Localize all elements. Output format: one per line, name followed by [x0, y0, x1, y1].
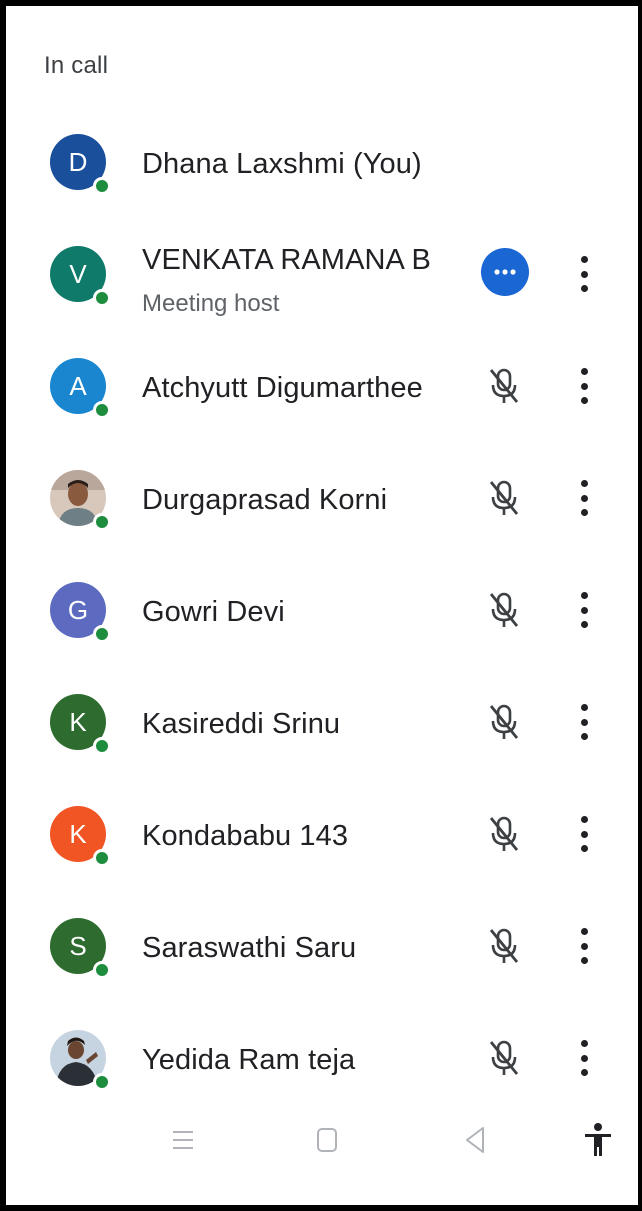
online-dot-icon — [93, 401, 111, 419]
more-vertical-icon[interactable] — [572, 702, 596, 742]
participant-role: Meeting host — [142, 290, 280, 317]
avatar-initial: V — [69, 258, 87, 289]
participant-row[interactable]: Durgaprasad Korni — [6, 448, 638, 560]
avatar: V — [50, 246, 111, 307]
mic-off-icon — [489, 928, 519, 963]
online-dot-icon — [93, 737, 111, 755]
participant-row[interactable]: K Kondababu 143 — [6, 784, 638, 896]
system-nav-bar — [6, 1106, 638, 1186]
avatar-initial: G — [67, 594, 89, 625]
mic-off-icon — [489, 816, 519, 851]
avatar: D — [50, 134, 111, 195]
participant-name: Kasireddi Srinu — [142, 708, 341, 740]
avatar-initial: K — [69, 818, 87, 849]
online-dot-icon — [93, 513, 111, 531]
more-vertical-icon[interactable] — [572, 814, 596, 854]
avatar: S — [50, 918, 111, 979]
mic-off-icon — [489, 704, 519, 739]
mic-off-icon — [489, 480, 519, 515]
more-options-button[interactable] — [481, 248, 529, 296]
participant-name: Kondababu 143 — [142, 820, 349, 852]
avatar-initial: K — [69, 706, 87, 737]
participant-list: D Dhana Laxshmi (You) V VENKATA RAMANA B… — [6, 112, 638, 1120]
participant-name: Durgaprasad Korni — [142, 484, 388, 516]
online-dot-icon — [93, 177, 111, 195]
more-vertical-icon[interactable] — [572, 366, 596, 406]
more-vertical-icon[interactable] — [572, 590, 596, 630]
participant-name: Dhana Laxshmi (You) — [142, 148, 422, 180]
participant-row[interactable]: K Kasireddi Srinu — [6, 672, 638, 784]
app-frame: In call D Dhana Laxshmi (You) V VENKATA … — [0, 0, 642, 1211]
avatar-initial: D — [68, 146, 88, 177]
participant-row[interactable]: S Saraswathi Saru — [6, 896, 638, 1008]
more-vertical-icon[interactable] — [572, 1038, 596, 1078]
participant-name: Saraswathi Saru — [142, 932, 357, 964]
mic-off-icon — [489, 1040, 519, 1075]
more-vertical-icon[interactable] — [572, 478, 596, 518]
participant-name: Gowri Devi — [142, 596, 285, 628]
avatar — [50, 1030, 111, 1091]
more-horizontal-icon — [494, 269, 516, 275]
avatar-initial: A — [69, 370, 87, 401]
avatar: G — [50, 582, 111, 643]
participant-row[interactable]: D Dhana Laxshmi (You) — [6, 112, 638, 224]
accessibility-icon[interactable] — [578, 1120, 618, 1160]
avatar-initial: S — [69, 930, 87, 961]
home-icon[interactable] — [307, 1120, 347, 1160]
online-dot-icon — [93, 289, 111, 307]
online-dot-icon — [93, 849, 111, 867]
participant-row[interactable]: G Gowri Devi — [6, 560, 638, 672]
online-dot-icon — [93, 961, 111, 979]
avatar: A — [50, 358, 111, 419]
avatar: K — [50, 694, 111, 755]
online-dot-icon — [93, 625, 111, 643]
participant-row[interactable]: V VENKATA RAMANA B Meeting host — [6, 224, 638, 336]
more-vertical-icon[interactable] — [572, 254, 596, 294]
section-title: In call — [44, 52, 109, 79]
avatar: K — [50, 806, 111, 867]
participant-name: Atchyutt Digumarthee — [142, 372, 423, 404]
mic-off-icon — [489, 592, 519, 627]
online-dot-icon — [93, 1073, 111, 1091]
back-icon[interactable] — [455, 1120, 495, 1160]
participant-row[interactable]: Yedida Ram teja — [6, 1008, 638, 1120]
participant-name: VENKATA RAMANA B — [142, 244, 431, 276]
participant-name: Yedida Ram teja — [142, 1044, 356, 1076]
participant-row[interactable]: A Atchyutt Digumarthee — [6, 336, 638, 448]
avatar — [50, 470, 111, 531]
recents-icon[interactable] — [163, 1120, 203, 1160]
more-vertical-icon[interactable] — [572, 926, 596, 966]
mic-off-icon — [489, 368, 519, 403]
